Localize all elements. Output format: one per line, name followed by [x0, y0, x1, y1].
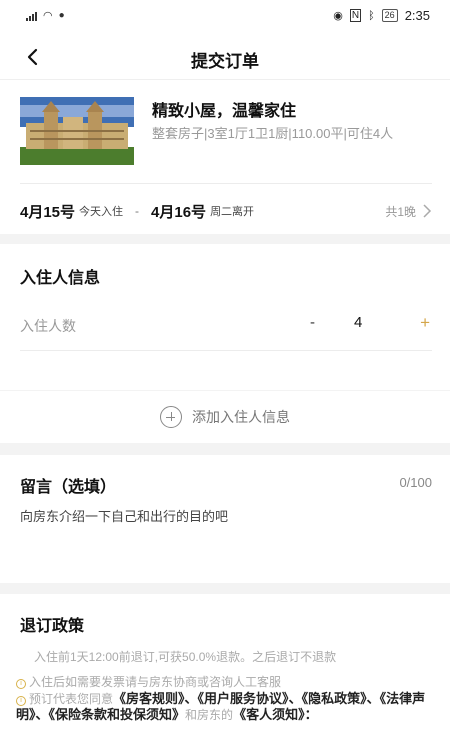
- policy-rule: 入住前1天12:00前退订,可获50.0%退款。之后退订不退款: [34, 650, 337, 664]
- date-row[interactable]: 4月15号 今天入住 - 4月16号 周二离开 共1晚: [20, 200, 432, 222]
- decrease-button[interactable]: -: [310, 314, 315, 331]
- doc-link-insurance[interactable]: 《保险条款和投保须知》: [49, 707, 186, 722]
- checkin-note: 今天入住: [79, 206, 124, 218]
- nights-label: 共1晚: [385, 204, 416, 219]
- status-time: 2:35: [404, 8, 430, 23]
- doc-link-guest-notice[interactable]: 《客人须知》: [233, 707, 305, 722]
- date-separator: -: [135, 204, 140, 218]
- divider: [20, 350, 432, 351]
- info-icon: i: [16, 679, 26, 689]
- message-section: 留言（选填） 0/100: [0, 455, 450, 583]
- house-card: 精致小屋，温馨家住 整套房子|3室1厅1卫1厨|110.00平|可住4人 4月1…: [0, 80, 450, 234]
- guest-count-value: 4: [354, 314, 363, 331]
- info-icon: i: [16, 696, 26, 706]
- invoice-note-text: 入住后如需要发票请与房东协商或咨询人工客服: [29, 675, 282, 689]
- doc-separator: 、: [366, 691, 380, 706]
- nav-bar: 提交订单: [0, 34, 450, 80]
- agree-middle: 和房东的: [185, 708, 234, 722]
- doc-link-house-rules[interactable]: 《房客规则》: [113, 691, 185, 706]
- status-bar: ◠ ● ◉ N ᛒ 26 2:35: [0, 0, 450, 34]
- increase-button[interactable]: +: [420, 313, 430, 333]
- doc-separator: 、: [288, 691, 302, 706]
- cancellation-policy-section: 退订政策 入住前1天12:00前退订,可获50.0%退款。之后退订不退款 i 入住…: [0, 594, 450, 740]
- agreement-note: i 预订代表您同意《房客规则》、《用户服务协议》、《隐私政策》、《法律声明》、《保…: [16, 691, 436, 723]
- policy-title: 退订政策: [20, 618, 85, 635]
- status-right: ◉ N ᛒ 26 2:35: [333, 8, 430, 23]
- agree-prefix: 预订代表您同意: [29, 692, 114, 706]
- house-name: 精致小屋，温馨家住: [152, 103, 297, 120]
- guest-count-label: 入住人数: [20, 318, 76, 334]
- guest-count-stepper: - 4 +: [310, 313, 430, 334]
- nfc-icon: N: [349, 9, 362, 22]
- bluetooth-icon: ᛒ: [368, 9, 375, 22]
- doc-separator: 、: [35, 707, 49, 722]
- message-counter: 0/100: [399, 475, 432, 490]
- checkout-note: 周二离开: [210, 206, 255, 218]
- invoice-note: i 入住后如需要发票请与房东协商或咨询人工客服: [16, 674, 436, 690]
- nights-count: 共1晚: [385, 203, 432, 220]
- wifi-icon: ◠: [43, 10, 53, 22]
- eye-icon: ◉: [333, 10, 343, 22]
- message-icon: ●: [58, 10, 65, 21]
- doc-link-user-agreement[interactable]: 《用户服务协议》: [198, 691, 289, 706]
- message-title: 留言（选填）: [20, 479, 117, 496]
- house-image: [20, 97, 134, 165]
- add-guest-label: 添加入住人信息: [192, 409, 290, 425]
- doc-separator: 、: [184, 691, 198, 706]
- plus-circle-icon: [160, 406, 182, 428]
- status-left: ◠ ●: [26, 9, 65, 22]
- divider: [20, 183, 432, 184]
- add-guest-button[interactable]: 添加入住人信息: [0, 391, 450, 443]
- page-title: 提交订单: [191, 52, 259, 71]
- doc-link-privacy[interactable]: 《隐私政策》: [302, 691, 367, 706]
- signal-icon: [26, 10, 37, 21]
- battery-icon: 26: [381, 9, 398, 22]
- checkout-date: 4月16号: [151, 203, 207, 221]
- house-photo[interactable]: [20, 97, 134, 165]
- checkin-date: 4月15号: [20, 203, 76, 221]
- agree-suffix: ：: [304, 707, 318, 722]
- house-description: 整套房子|3室1厅1卫1厨|110.00平|可住4人: [152, 126, 394, 141]
- message-input[interactable]: [20, 509, 430, 524]
- guest-info-title: 入住人信息: [20, 270, 101, 287]
- chevron-right-icon: [423, 204, 432, 218]
- guest-info-section: 入住人信息 入住人数 - 4 +: [0, 244, 450, 390]
